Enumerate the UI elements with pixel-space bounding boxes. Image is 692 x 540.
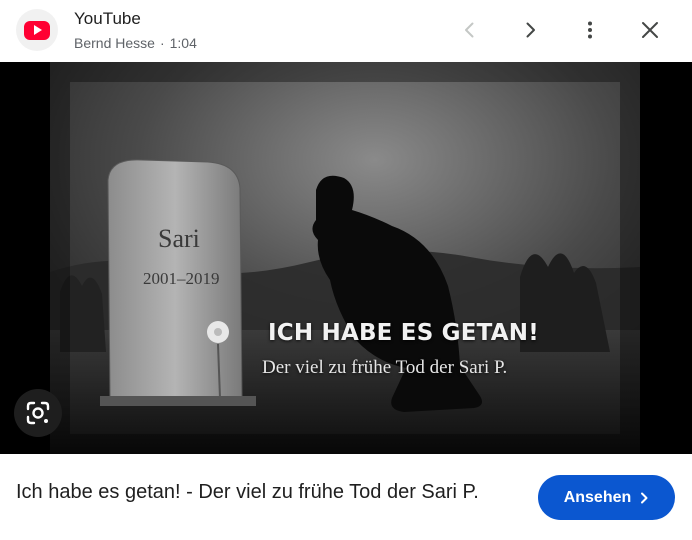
channel-name: Bernd Hesse	[74, 35, 155, 51]
youtube-logo-icon	[24, 20, 50, 40]
video-title: Ich habe es getan! - Der viel zu frühe T…	[16, 481, 479, 503]
lens-button[interactable]	[14, 389, 62, 437]
chevron-right-icon	[526, 22, 535, 38]
thumbnail-title: ICH HABE ES GETAN!	[268, 320, 539, 346]
gravestone-name: Sari	[158, 224, 200, 253]
source-logo	[16, 9, 58, 51]
chevron-left-icon	[465, 22, 474, 38]
watch-button-label: Ansehen	[563, 488, 632, 506]
source-meta: Bernd Hesse · 1:04	[74, 35, 197, 51]
video-thumbnail[interactable]: Sari 2001–2019 ICH HABE ES GETAN! Der vi…	[0, 62, 692, 454]
close-button[interactable]	[631, 11, 669, 49]
more-options-button[interactable]	[571, 11, 609, 49]
watch-button[interactable]: Ansehen	[538, 475, 675, 520]
meta-separator: ·	[159, 35, 165, 51]
gravestone-dates: 2001–2019	[143, 269, 220, 288]
more-vert-icon	[588, 21, 592, 39]
source-name: YouTube	[74, 9, 141, 28]
next-button[interactable]	[511, 11, 549, 49]
video-duration: 1:04	[169, 35, 197, 51]
close-icon	[642, 22, 658, 38]
thumbnail-image	[50, 62, 640, 454]
previous-button[interactable]	[451, 11, 489, 49]
preview-header: YouTube Bernd Hesse · 1:04	[0, 0, 692, 62]
chevron-right-icon	[641, 492, 648, 503]
google-lens-icon	[26, 401, 50, 425]
thumbnail-subtitle: Der viel zu frühe Tod der Sari P.	[262, 357, 508, 378]
